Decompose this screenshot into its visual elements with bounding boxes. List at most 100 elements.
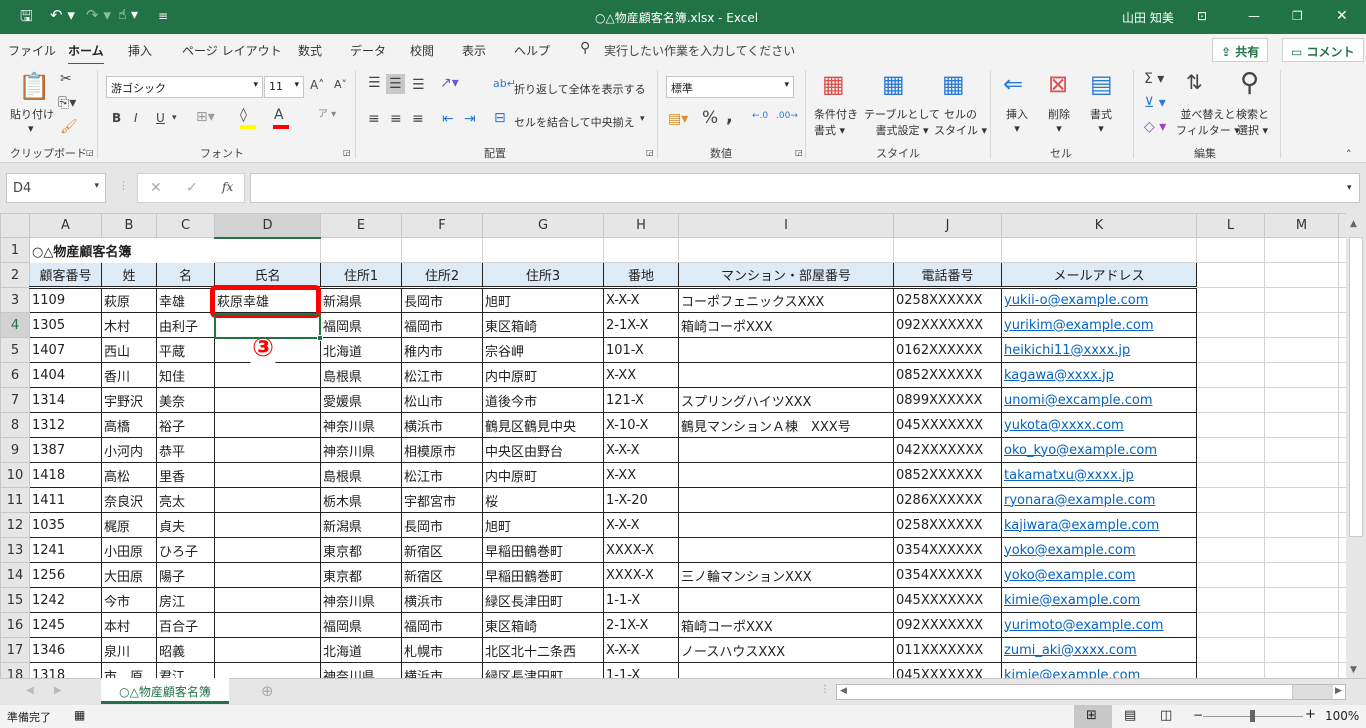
cell[interactable]: 2-1X-X	[603, 312, 679, 338]
cell[interactable]: 香川	[101, 362, 157, 388]
header-cell[interactable]: マンション・部屋番号	[678, 262, 894, 288]
cell[interactable]	[1338, 237, 1346, 263]
cell[interactable]: 三ノ輪マンションXXX	[678, 562, 894, 588]
cell[interactable]	[893, 237, 1002, 263]
accounting-format-icon[interactable]: ▤▾	[668, 112, 688, 126]
cell[interactable]: 平蔵	[156, 337, 215, 363]
cell[interactable]: 栃木県	[320, 487, 402, 513]
cell[interactable]: 君江	[156, 662, 215, 678]
cell[interactable]: 東京都	[320, 537, 402, 563]
autosum-icon[interactable]: Σ ▾	[1144, 72, 1164, 86]
cell[interactable]	[214, 637, 321, 663]
restore-icon[interactable]: ❐	[1292, 9, 1303, 23]
zoom-level[interactable]: 100%	[1325, 709, 1359, 723]
row-header[interactable]: 10	[0, 462, 30, 488]
cell[interactable]	[1264, 462, 1339, 488]
column-header-J[interactable]: J	[893, 213, 1002, 238]
cell[interactable]	[401, 237, 483, 263]
cell[interactable]: ノースハウスXXX	[678, 637, 894, 663]
cell[interactable]	[678, 537, 894, 563]
tab-6[interactable]: 校閲	[410, 42, 434, 59]
cell[interactable]: 恭平	[156, 437, 215, 463]
italic-button[interactable]: I	[134, 112, 138, 124]
cell[interactable]: 貞夫	[156, 512, 215, 538]
align-bottom-icon[interactable]: ☰	[412, 78, 425, 92]
cell[interactable]: 宗谷岬	[482, 337, 604, 363]
cell[interactable]: 新潟県	[320, 286, 402, 313]
cell[interactable]: 中央区由野台	[482, 437, 604, 463]
cell[interactable]: 島根県	[320, 362, 402, 388]
cell[interactable]	[1196, 537, 1265, 563]
column-header-A[interactable]: A	[29, 213, 102, 238]
redo-icon[interactable]: ↷ ▾	[86, 6, 111, 24]
row-header[interactable]: 14	[0, 562, 30, 588]
merge-center-button[interactable]: セルを結合して中央揃え	[514, 114, 635, 130]
cell[interactable]	[214, 562, 321, 588]
worksheet-grid[interactable]: A B C D E F G H I J K L M 1 ○△物産顧客名簿 2 顧客番号姓名氏名 住所1 住所2 住所3…	[0, 213, 1346, 678]
cell[interactable]: 1256	[29, 562, 102, 588]
email-link[interactable]: heikichi11@xxxx.jp	[1001, 337, 1197, 363]
font-launcher-icon[interactable]: ◲	[343, 148, 351, 157]
cell[interactable]	[678, 462, 894, 488]
cell[interactable]	[1196, 412, 1265, 438]
cell[interactable]: 梶原	[101, 512, 157, 538]
email-link[interactable]: yukota@xxxx.com	[1001, 412, 1197, 438]
cell[interactable]: 1404	[29, 362, 102, 388]
cell[interactable]	[214, 487, 321, 513]
cell[interactable]	[1196, 362, 1265, 388]
tab-0[interactable]: ファイル	[8, 42, 56, 59]
paste-dropdown-icon[interactable]: ▾	[28, 122, 34, 135]
cell[interactable]: 福岡県	[320, 612, 402, 638]
cell[interactable]	[1196, 487, 1265, 513]
cell[interactable]: 木村	[101, 312, 157, 338]
cell-styles-button[interactable]: セルの スタイル ▾	[934, 106, 987, 138]
cell[interactable]: 1035	[29, 512, 102, 538]
align-left-icon[interactable]: ≡	[368, 112, 380, 126]
email-link[interactable]: yurimoto@example.com	[1001, 612, 1197, 638]
tab-5[interactable]: データ	[350, 42, 386, 59]
align-top-icon[interactable]: ☰	[368, 76, 381, 90]
cell[interactable]	[1264, 612, 1339, 638]
email-link[interactable]: ryonara@example.com	[1001, 487, 1197, 513]
cell[interactable]	[1338, 537, 1346, 563]
cell[interactable]: 福岡市	[401, 612, 483, 638]
cell[interactable]: 本村	[101, 612, 157, 638]
cell[interactable]: 松江市	[401, 462, 483, 488]
cell[interactable]: 1241	[29, 537, 102, 563]
cell[interactable]	[1264, 362, 1339, 388]
cell[interactable]: 長岡市	[401, 286, 483, 313]
email-link[interactable]: kagawa@xxxx.jp	[1001, 362, 1197, 388]
cell[interactable]	[320, 237, 402, 263]
cell[interactable]	[603, 237, 679, 263]
conditional-formatting-button[interactable]: 条件付き 書式 ▾	[814, 106, 858, 138]
cell[interactable]	[482, 237, 604, 263]
column-header-B[interactable]: B	[101, 213, 157, 238]
column-header-I[interactable]: I	[678, 213, 894, 238]
increase-decimal-icon[interactable]: ←.0	[752, 112, 768, 121]
column-header-D[interactable]: D	[214, 213, 321, 239]
merge-dropdown-icon[interactable]: ▾	[640, 114, 645, 124]
cell[interactable]: X-X-X	[603, 286, 679, 313]
cell[interactable]	[678, 237, 894, 263]
cell[interactable]	[1338, 387, 1346, 413]
user-name[interactable]: 山田 知美	[1122, 9, 1174, 26]
cell[interactable]: 今市	[101, 587, 157, 613]
format-painter-icon[interactable]: 🖌	[60, 120, 78, 134]
cell[interactable]	[214, 387, 321, 413]
cell[interactable]: 1245	[29, 612, 102, 638]
cell[interactable]: X-XX	[603, 362, 679, 388]
row-header[interactable]: 17	[0, 637, 30, 663]
number-launcher-icon[interactable]: ◲	[795, 148, 803, 157]
cell[interactable]	[1338, 437, 1346, 463]
row-header[interactable]: 5	[0, 337, 30, 363]
comments-button[interactable]: ▭ コメント	[1282, 38, 1364, 62]
format-as-table-button[interactable]: テーブルとして 書式設定 ▾	[864, 106, 940, 138]
scroll-left-icon[interactable]: ◀	[840, 686, 847, 696]
cell[interactable]: 1418	[29, 462, 102, 488]
row-header[interactable]: 3	[0, 287, 30, 313]
header-cell[interactable]: 電話番号	[893, 262, 1002, 288]
row-header[interactable]: 1	[0, 237, 30, 263]
horizontal-scroll-thumb[interactable]	[853, 685, 1293, 699]
align-right-icon[interactable]: ≡	[412, 112, 424, 126]
collapse-ribbon-icon[interactable]: ˄	[1346, 148, 1352, 161]
